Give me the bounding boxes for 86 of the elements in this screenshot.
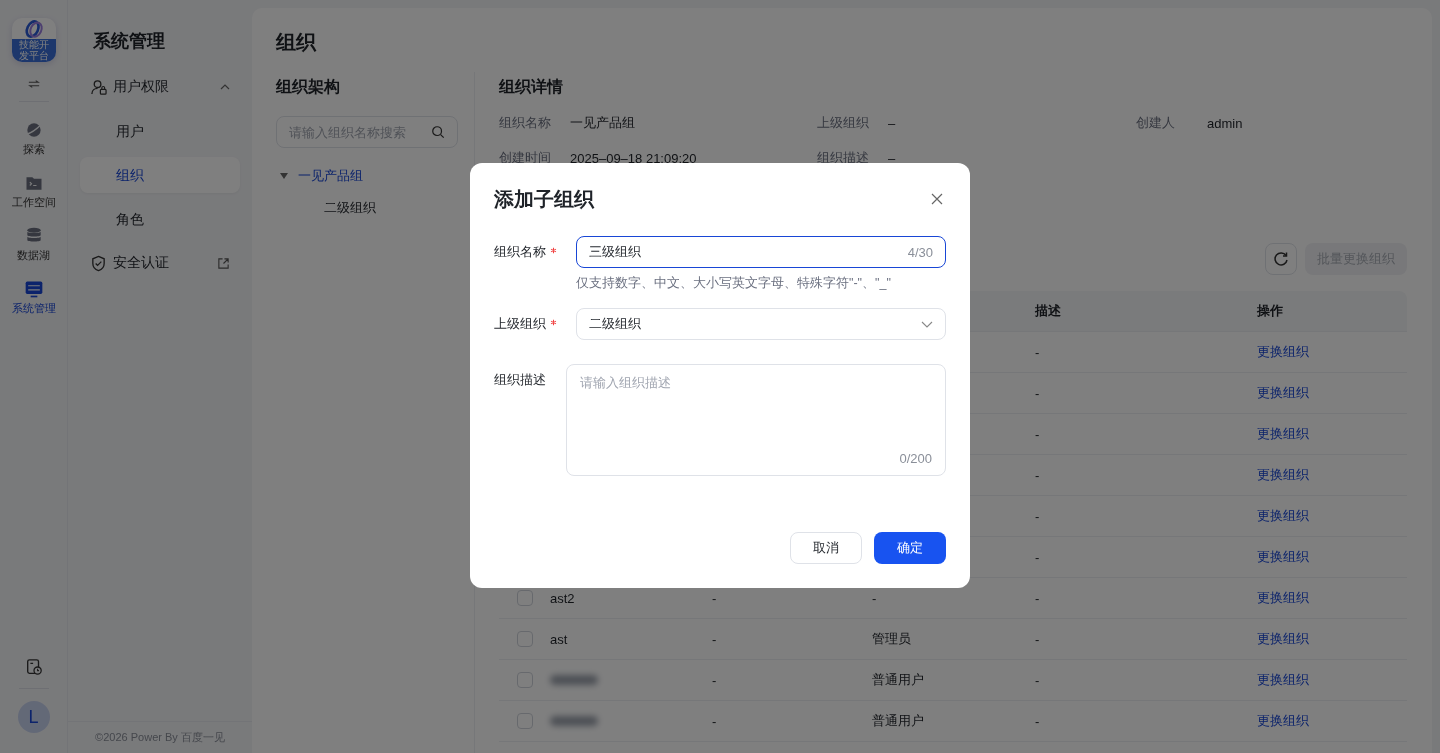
row-checkbox[interactable] — [516, 672, 533, 688]
row-checkbox[interactable] — [516, 713, 533, 729]
table-cell: - — [1035, 590, 1040, 606]
logo-text: 技能开发平台 — [11, 39, 56, 62]
change-org-link[interactable]: 更换组织 — [1257, 344, 1309, 359]
column-header: 操作 — [1257, 303, 1283, 318]
table-cell: - — [712, 713, 717, 729]
chevron-down-icon — [921, 320, 933, 328]
table-cell: ast2 — [550, 590, 575, 606]
table-cell: - — [1035, 549, 1040, 565]
table-cell: - — [1035, 631, 1040, 647]
field-value: – — [888, 115, 896, 131]
page-title: 组织 — [276, 30, 318, 55]
field-label: 创建人 — [1136, 114, 1176, 132]
row-checkbox[interactable] — [516, 590, 533, 606]
change-org-link[interactable]: 更换组织 — [1257, 672, 1309, 687]
nav-item[interactable]: 工作空间 — [11, 173, 56, 210]
field-label: 创建时间 — [499, 149, 552, 167]
field-value: admin — [1207, 115, 1243, 131]
user-avatar[interactable]: L — [17, 701, 50, 733]
dialog-title: 添加子组织 — [494, 186, 594, 212]
table-cell: 管理员 — [872, 631, 911, 646]
change-org-link[interactable]: 更换组织 — [1257, 631, 1309, 646]
change-org-link[interactable]: 更换组织 — [1257, 549, 1309, 564]
close-icon[interactable] — [931, 193, 943, 205]
table-cell: - — [1035, 467, 1040, 483]
change-org-link[interactable]: 更换组织 — [1257, 590, 1309, 605]
field-hint: 仅支持数字、中文、大小写英文字母、特殊字符"-"、"_" — [576, 275, 892, 292]
tree-node[interactable]: 一见产品组 — [298, 167, 363, 185]
form-label: 上级组织 — [494, 315, 546, 333]
table-cell: - — [1035, 426, 1040, 442]
change-org-link[interactable]: 更换组织 — [1257, 467, 1309, 482]
change-org-link[interactable]: 更换组织 — [1257, 426, 1309, 441]
refresh-button[interactable] — [1265, 243, 1297, 275]
form-label: 组织名称 — [494, 243, 546, 261]
table-cell: - — [872, 590, 877, 606]
monitor-icon — [23, 279, 44, 299]
panel-title: 组织架构 — [276, 77, 341, 97]
expand-arrow-icon[interactable] — [280, 173, 288, 179]
menu-item[interactable]: 安全认证 — [80, 241, 240, 285]
table-cell: 普通用户 — [872, 672, 924, 687]
menu-item[interactable]: 角色 — [80, 201, 240, 237]
name-input-field[interactable]: 三级组织 4/30 — [576, 236, 946, 268]
table-cell: - — [1035, 713, 1040, 729]
change-org-link[interactable]: 更换组织 — [1257, 713, 1309, 728]
menu-item[interactable]: 组织 — [80, 157, 240, 193]
field-value: 2025–09–18 21:09:20 — [570, 150, 697, 166]
description-textarea[interactable]: 请输入组织描述 0/200 — [566, 364, 946, 476]
menu-group[interactable]: 用户权限 — [80, 65, 240, 109]
tree-node[interactable]: 二级组织 — [324, 199, 376, 217]
table-cell: - — [1035, 385, 1040, 401]
caret-icon — [220, 84, 230, 90]
external-link-icon — [217, 256, 230, 270]
nav-item[interactable]: 系统管理 — [11, 279, 56, 316]
parent-org-select[interactable]: 二级组织 — [576, 308, 946, 340]
table-cell: - — [1035, 344, 1040, 360]
table-cell: ast — [550, 631, 568, 647]
section-title: 组织详情 — [499, 77, 564, 97]
row-checkbox[interactable] — [516, 631, 533, 647]
field-value: – — [888, 150, 896, 166]
table-cell: 普通用户 — [872, 713, 924, 728]
change-org-link[interactable]: 更换组织 — [1257, 385, 1309, 400]
column-header: 描述 — [1035, 303, 1061, 318]
table-cell: - — [712, 672, 717, 688]
nav-item[interactable]: 数据湖 — [17, 226, 50, 263]
refresh-icon — [1273, 251, 1289, 267]
confirm-button[interactable]: 确定 — [874, 532, 946, 564]
app-logo[interactable]: 技能开发平台 — [11, 18, 56, 62]
field-label: 组织名称 — [499, 114, 552, 132]
field-label: 上级组织 — [817, 114, 870, 132]
swap-icon[interactable] — [27, 79, 40, 89]
nav-item[interactable]: 探索 — [22, 120, 45, 157]
table-cell: - — [1035, 672, 1040, 688]
user-lock-icon — [90, 78, 107, 96]
shield-icon — [90, 254, 107, 272]
table-cell: - — [1035, 508, 1040, 524]
search-icon — [431, 125, 445, 139]
cancel-button[interactable]: 取消 — [790, 532, 862, 564]
table-cell: - — [712, 631, 717, 647]
schedule-icon[interactable] — [24, 658, 43, 676]
menu-item[interactable]: 用户 — [80, 113, 240, 149]
form-label: 组织描述 — [494, 371, 546, 389]
change-org-link[interactable]: 更换组织 — [1257, 508, 1309, 523]
field-label: 组织描述 — [817, 149, 870, 167]
sidebar-title: 系统管理 — [92, 30, 166, 53]
table-cell: - — [712, 590, 717, 606]
